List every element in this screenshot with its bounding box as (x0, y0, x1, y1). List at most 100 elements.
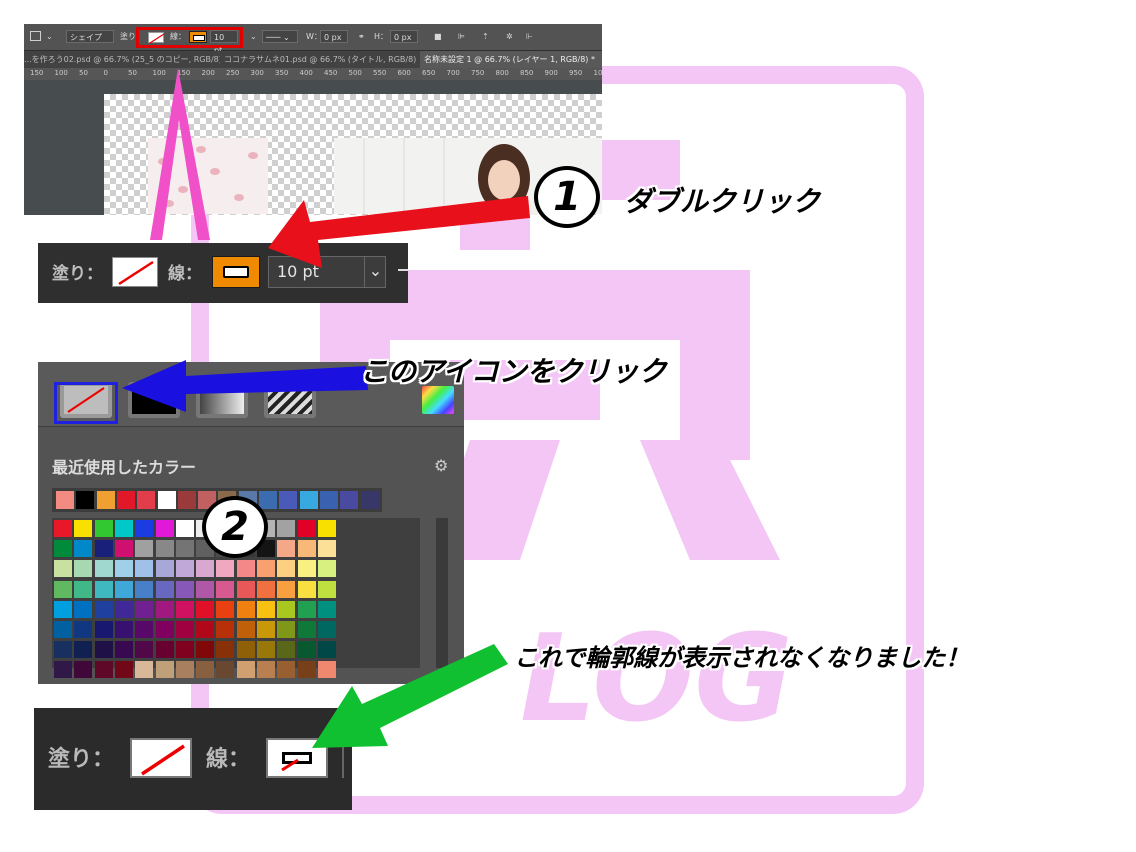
color-swatch[interactable] (54, 600, 72, 618)
gradient-button[interactable] (196, 382, 248, 418)
color-swatch[interactable] (297, 641, 316, 659)
color-swatch[interactable] (297, 621, 316, 638)
shape-mode-select[interactable]: シェイプ ⌄ (66, 30, 114, 55)
color-swatch[interactable] (297, 580, 316, 598)
color-swatch[interactable] (135, 641, 154, 659)
color-swatch[interactable] (74, 580, 93, 598)
color-swatch[interactable] (196, 600, 215, 618)
color-swatch[interactable] (175, 621, 194, 638)
color-swatch[interactable] (155, 661, 174, 679)
color-swatch[interactable] (74, 520, 93, 537)
color-swatch[interactable] (257, 600, 275, 618)
color-swatch[interactable] (317, 580, 336, 598)
color-swatch[interactable] (114, 661, 133, 679)
color-swatch[interactable] (135, 621, 154, 638)
stroke-size-small[interactable]: 10 pt (210, 30, 238, 55)
color-swatch[interactable] (196, 661, 215, 679)
color-picker-icon[interactable] (422, 386, 454, 414)
color-swatch[interactable] (175, 600, 194, 618)
color-swatch[interactable] (155, 520, 174, 537)
color-swatch[interactable] (317, 540, 336, 558)
color-swatch[interactable] (175, 580, 194, 598)
shape-tool-icon[interactable] (30, 31, 41, 41)
path-ops-icon[interactable]: ■ (434, 24, 442, 50)
color-swatch[interactable] (236, 580, 255, 598)
stroke-type-select[interactable]: ─── ⌄ (262, 30, 298, 43)
color-swatch[interactable] (135, 600, 154, 618)
color-swatch[interactable] (277, 560, 296, 578)
color-swatch[interactable] (277, 520, 296, 537)
color-swatch[interactable] (54, 580, 72, 598)
color-swatch[interactable] (216, 600, 235, 618)
color-swatch[interactable] (257, 621, 275, 638)
color-swatch[interactable] (94, 661, 113, 679)
color-swatch[interactable] (94, 580, 113, 598)
color-swatch[interactable] (236, 641, 255, 659)
color-swatch[interactable] (196, 621, 215, 638)
color-swatch[interactable] (155, 600, 174, 618)
chevron-down-icon[interactable]: ⌄ (250, 24, 257, 50)
recent-color-swatch[interactable] (299, 491, 318, 509)
gear-icon[interactable]: ⚙ (434, 456, 448, 475)
tab-document-1[interactable]: ...を作ろう02.psd @ 66.7% (25_5 のコピー, RGB/8)… (24, 51, 220, 68)
recent-color-swatch[interactable] (116, 491, 135, 509)
stroke-swatch-orange[interactable] (212, 256, 260, 288)
solid-color-button[interactable] (128, 382, 180, 418)
color-swatch[interactable] (196, 580, 215, 598)
recent-color-swatch[interactable] (319, 491, 338, 509)
color-swatch[interactable] (54, 621, 72, 638)
stroke-swatch-small[interactable] (189, 31, 207, 43)
color-swatch[interactable] (257, 641, 275, 659)
color-swatch[interactable] (74, 621, 93, 638)
color-swatch[interactable] (297, 540, 316, 558)
color-swatch[interactable] (94, 621, 113, 638)
recent-color-swatch[interactable] (157, 491, 176, 509)
color-swatch[interactable] (277, 661, 296, 679)
recent-color-swatch[interactable] (76, 491, 95, 509)
recent-color-swatch[interactable] (137, 491, 156, 509)
color-swatch[interactable] (257, 580, 275, 598)
color-swatch[interactable] (135, 560, 154, 578)
color-swatch[interactable] (94, 540, 113, 558)
color-swatch[interactable] (196, 560, 215, 578)
color-swatch[interactable] (175, 560, 194, 578)
color-swatch[interactable] (155, 641, 174, 659)
color-swatch[interactable] (317, 600, 336, 618)
color-swatch[interactable] (155, 621, 174, 638)
recent-color-swatch[interactable] (96, 491, 115, 509)
color-swatch[interactable] (94, 560, 113, 578)
color-swatch[interactable] (114, 600, 133, 618)
color-swatch[interactable] (236, 621, 255, 638)
stroke-swatch-none-result[interactable] (266, 738, 328, 778)
color-swatch[interactable] (74, 600, 93, 618)
align-edges-icon[interactable]: ⊩ (526, 24, 533, 50)
w-input[interactable]: 0 px (320, 30, 348, 43)
fill-swatch-none[interactable] (112, 257, 158, 287)
color-swatch[interactable] (317, 560, 336, 578)
color-swatch[interactable] (155, 540, 174, 558)
color-swatch[interactable] (257, 661, 275, 679)
color-swatch[interactable] (175, 641, 194, 659)
color-swatch[interactable] (135, 520, 154, 537)
color-swatch[interactable] (114, 580, 133, 598)
recent-color-swatch[interactable] (56, 491, 74, 509)
color-swatch[interactable] (175, 520, 194, 537)
recent-color-swatch[interactable] (360, 491, 379, 509)
color-swatch[interactable] (155, 580, 174, 598)
color-swatch[interactable] (216, 661, 235, 679)
color-swatch[interactable] (236, 600, 255, 618)
color-swatch[interactable] (54, 661, 72, 679)
color-swatch[interactable] (257, 560, 275, 578)
recent-color-swatch[interactable] (340, 491, 359, 509)
color-swatch[interactable] (277, 641, 296, 659)
color-swatch[interactable] (297, 661, 316, 679)
color-swatch[interactable] (297, 560, 316, 578)
chevron-down-icon[interactable]: ⌄ (364, 256, 386, 288)
color-swatch[interactable] (94, 520, 113, 537)
fill-swatch-none-result[interactable] (130, 738, 192, 778)
color-swatch[interactable] (216, 580, 235, 598)
path-arrange-icon[interactable]: ⇡ (482, 24, 489, 50)
color-swatch[interactable] (54, 641, 72, 659)
swatch-scrollbar[interactable] (436, 518, 448, 668)
color-swatch[interactable] (54, 560, 72, 578)
